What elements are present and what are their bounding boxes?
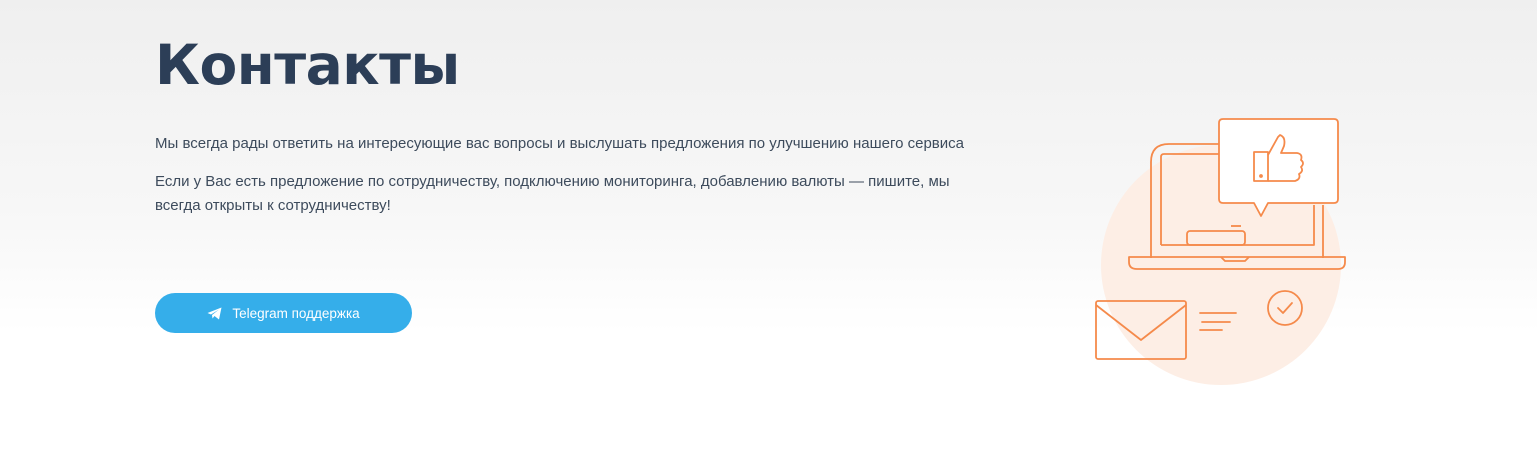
intro-paragraph-2: Если у Вас есть предложение по сотруднич…: [155, 173, 950, 214]
page-title: Контакты: [155, 33, 460, 97]
intro-text: Мы всегда рады ответить на интересующие …: [155, 132, 975, 232]
intro-paragraph-1: Мы всегда рады ответить на интересующие …: [155, 135, 964, 152]
contacts-section: Контакты Мы всегда рады ответить на инте…: [0, 0, 1537, 462]
paper-plane-icon: [207, 307, 222, 320]
telegram-support-label: Telegram поддержка: [232, 305, 360, 321]
thumbs-up-icon: [1218, 118, 1339, 217]
contact-illustration: [1095, 118, 1346, 385]
telegram-support-button[interactable]: Telegram поддержка: [155, 293, 412, 333]
